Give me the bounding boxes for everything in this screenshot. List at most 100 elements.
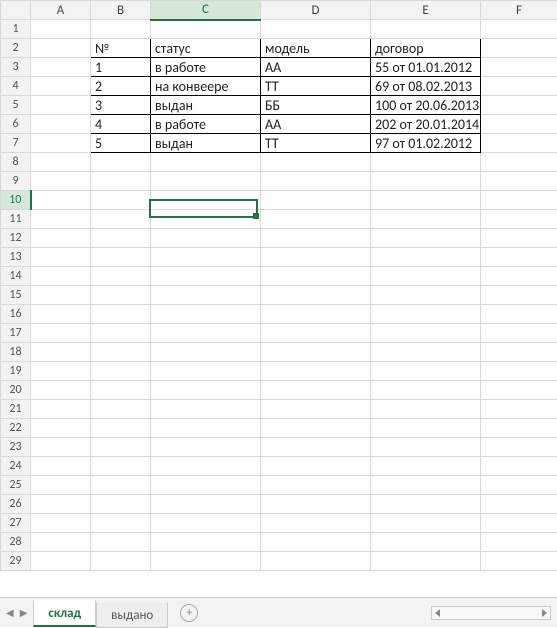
cell-C29[interactable] xyxy=(151,552,261,571)
cell-B17[interactable] xyxy=(91,324,151,343)
cell-A1[interactable] xyxy=(31,20,91,39)
cell-B4[interactable]: 2 xyxy=(91,77,151,96)
cell-A25[interactable] xyxy=(31,476,91,495)
cell-C1[interactable] xyxy=(151,20,261,39)
cell-E2[interactable]: договор xyxy=(371,39,481,58)
row-header-17[interactable]: 17 xyxy=(1,324,31,343)
cell-C8[interactable] xyxy=(151,153,261,172)
row-header-20[interactable]: 20 xyxy=(1,381,31,400)
row-header-6[interactable]: 6 xyxy=(1,115,31,134)
cell-A9[interactable] xyxy=(31,172,91,191)
cell-E3[interactable]: 55 от 01.01.2012 xyxy=(371,58,481,77)
cell-B2[interactable]: № xyxy=(91,39,151,58)
cell-D26[interactable] xyxy=(261,495,371,514)
row-header-15[interactable]: 15 xyxy=(1,286,31,305)
cell-C18[interactable] xyxy=(151,343,261,362)
cell-F10[interactable] xyxy=(481,191,557,210)
cell-C3[interactable]: в работе xyxy=(151,58,261,77)
cell-F17[interactable] xyxy=(481,324,557,343)
cell-D3[interactable]: АА xyxy=(261,58,371,77)
cell-B23[interactable] xyxy=(91,438,151,457)
cell-C26[interactable] xyxy=(151,495,261,514)
row-header-28[interactable]: 28 xyxy=(1,533,31,552)
cell-A6[interactable] xyxy=(31,115,91,134)
cell-F2[interactable] xyxy=(481,39,557,58)
row-header-14[interactable]: 14 xyxy=(1,267,31,286)
cell-D17[interactable] xyxy=(261,324,371,343)
row-header-23[interactable]: 23 xyxy=(1,438,31,457)
cell-A8[interactable] xyxy=(31,153,91,172)
cell-A26[interactable] xyxy=(31,495,91,514)
cell-B12[interactable] xyxy=(91,229,151,248)
cell-E5[interactable]: 100 от 20.06.2013 xyxy=(371,96,481,115)
cell-B9[interactable] xyxy=(91,172,151,191)
cell-A22[interactable] xyxy=(31,419,91,438)
cell-E24[interactable] xyxy=(371,457,481,476)
cell-E19[interactable] xyxy=(371,362,481,381)
cell-E25[interactable] xyxy=(371,476,481,495)
cell-F27[interactable] xyxy=(481,514,557,533)
cell-C28[interactable] xyxy=(151,533,261,552)
cell-C17[interactable] xyxy=(151,324,261,343)
cell-A3[interactable] xyxy=(31,58,91,77)
horizontal-scrollbar[interactable] xyxy=(431,606,551,620)
cell-B7[interactable]: 5 xyxy=(91,134,151,153)
cell-F19[interactable] xyxy=(481,362,557,381)
cell-E20[interactable] xyxy=(371,381,481,400)
cell-D2[interactable]: модель xyxy=(261,39,371,58)
row-header-7[interactable]: 7 xyxy=(1,134,31,153)
cell-D1[interactable] xyxy=(261,20,371,39)
cell-B11[interactable] xyxy=(91,210,151,229)
cell-E23[interactable] xyxy=(371,438,481,457)
cell-C9[interactable] xyxy=(151,172,261,191)
row-header-12[interactable]: 12 xyxy=(1,229,31,248)
cell-C13[interactable] xyxy=(151,248,261,267)
cell-D4[interactable]: ТТ xyxy=(261,77,371,96)
cell-A7[interactable] xyxy=(31,134,91,153)
cell-F6[interactable] xyxy=(481,115,557,134)
cell-F22[interactable] xyxy=(481,419,557,438)
col-header-C[interactable]: C xyxy=(151,1,261,20)
row-header-21[interactable]: 21 xyxy=(1,400,31,419)
row-header-13[interactable]: 13 xyxy=(1,248,31,267)
cell-E7[interactable]: 97 от 01.02.2012 xyxy=(371,134,481,153)
cell-D24[interactable] xyxy=(261,457,371,476)
cell-C19[interactable] xyxy=(151,362,261,381)
cell-B10[interactable] xyxy=(91,191,151,210)
cell-B16[interactable] xyxy=(91,305,151,324)
cell-B29[interactable] xyxy=(91,552,151,571)
row-header-1[interactable]: 1 xyxy=(1,20,31,39)
cell-A28[interactable] xyxy=(31,533,91,552)
cell-B28[interactable] xyxy=(91,533,151,552)
cell-A14[interactable] xyxy=(31,267,91,286)
cell-E21[interactable] xyxy=(371,400,481,419)
row-header-4[interactable]: 4 xyxy=(1,77,31,96)
cell-F15[interactable] xyxy=(481,286,557,305)
cell-D6[interactable]: АА xyxy=(261,115,371,134)
cell-D29[interactable] xyxy=(261,552,371,571)
cell-E10[interactable] xyxy=(371,191,481,210)
cell-D9[interactable] xyxy=(261,172,371,191)
cell-D13[interactable] xyxy=(261,248,371,267)
cell-E14[interactable] xyxy=(371,267,481,286)
cell-D20[interactable] xyxy=(261,381,371,400)
row-header-3[interactable]: 3 xyxy=(1,58,31,77)
cell-E26[interactable] xyxy=(371,495,481,514)
col-header-D[interactable]: D xyxy=(261,1,371,20)
cell-D21[interactable] xyxy=(261,400,371,419)
cell-F28[interactable] xyxy=(481,533,557,552)
row-header-2[interactable]: 2 xyxy=(1,39,31,58)
spreadsheet-area[interactable]: ABCDEF 12№статусмодельдоговор31в работеА… xyxy=(0,0,557,597)
cell-E4[interactable]: 69 от 08.02.2013 xyxy=(371,77,481,96)
cell-E18[interactable] xyxy=(371,343,481,362)
cell-A18[interactable] xyxy=(31,343,91,362)
row-header-9[interactable]: 9 xyxy=(1,172,31,191)
cell-B24[interactable] xyxy=(91,457,151,476)
cell-C11[interactable] xyxy=(151,210,261,229)
cell-F26[interactable] xyxy=(481,495,557,514)
cell-B20[interactable] xyxy=(91,381,151,400)
cell-F25[interactable] xyxy=(481,476,557,495)
cell-F5[interactable] xyxy=(481,96,557,115)
cell-E13[interactable] xyxy=(371,248,481,267)
cell-A21[interactable] xyxy=(31,400,91,419)
